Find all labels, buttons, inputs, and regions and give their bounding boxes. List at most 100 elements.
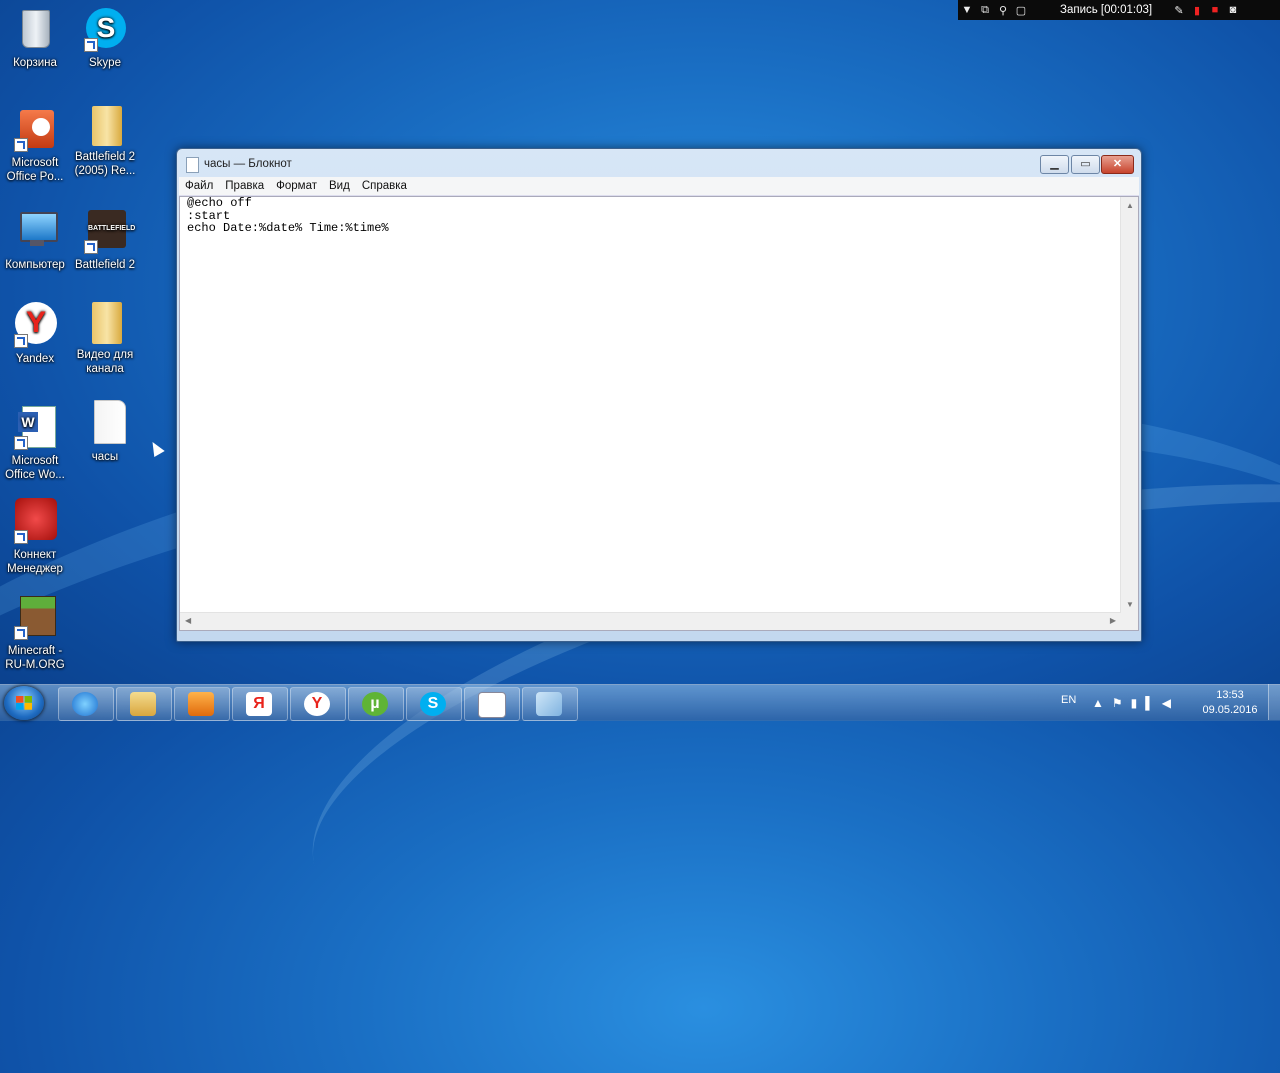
vertical-scrollbar[interactable]: ▲ ▼ — [1120, 197, 1138, 613]
battlefield-icon: BATTLEFIELD — [82, 208, 135, 254]
taskbar-yandex[interactable]: Y — [290, 687, 346, 721]
battery-icon[interactable]: ▮ — [1131, 696, 1146, 710]
menu-help[interactable]: Справка — [356, 177, 413, 195]
yandex-icon: Y — [12, 302, 58, 348]
screen-recorder-toolbar: ▼ ⧉ ⚲ ▢ Запись [00:01:03] ✎ ▮ ■ ◙ — [958, 0, 1280, 20]
show-hidden-icons-icon[interactable]: ▲ — [1092, 696, 1112, 710]
zoom-icon[interactable]: ⚲ — [994, 4, 1012, 17]
pen-icon[interactable]: ✎ — [1170, 4, 1188, 17]
menu-bar: Файл Правка Формат Вид Справка — [179, 177, 1139, 196]
desktop-icon-word[interactable]: W Microsoft Office Wo... — [0, 404, 70, 482]
desktop-icon-recycle-bin[interactable]: Корзина — [0, 6, 70, 70]
taskbar-skype[interactable]: S — [406, 687, 462, 721]
taskbar-internet-explorer[interactable] — [58, 687, 114, 721]
desktop-icon-label: Battlefield 2 — [74, 259, 136, 271]
mouse-cursor-icon — [147, 438, 165, 458]
desktop-icon-connect-manager[interactable]: Коннект Менеджер — [0, 498, 70, 576]
computer-icon — [12, 208, 58, 254]
paint-icon — [536, 692, 562, 716]
desktop-icon-label: Коннект Менеджер — [7, 549, 63, 575]
start-button[interactable] — [4, 686, 44, 720]
skype-icon: S — [420, 692, 446, 716]
scroll-down-icon[interactable]: ▼ — [1126, 600, 1134, 609]
folder-icon — [82, 100, 128, 146]
word-icon: W — [12, 404, 58, 450]
desktop-icon-yandex[interactable]: Y Yandex — [0, 302, 70, 366]
signal-icon[interactable]: ▌ — [1145, 696, 1162, 710]
internet-explorer-icon — [72, 692, 98, 716]
desktop-icon-video-folder[interactable]: Видео для канала — [70, 298, 140, 376]
desktop-icon-minecraft[interactable]: Minecraft - RU-M.ORG — [0, 594, 70, 672]
menu-edit[interactable]: Правка — [219, 177, 270, 195]
language-indicator[interactable]: EN — [1061, 694, 1076, 706]
size-grip[interactable] — [1121, 613, 1138, 630]
explorer-icon — [130, 692, 156, 716]
window-title: часы — Блокнот — [204, 158, 292, 170]
scroll-right-icon[interactable]: ▶ — [1110, 616, 1116, 625]
desktop-icon-label: Yandex — [15, 353, 55, 365]
media-player-icon — [188, 692, 214, 716]
taskbar-explorer[interactable] — [116, 687, 172, 721]
network-status-icon[interactable]: ⚑ — [1112, 696, 1131, 710]
desktop-icon-label: Microsoft Office Po... — [6, 157, 64, 183]
taskbar-yandex-browser[interactable]: Я — [232, 687, 288, 721]
desktop-icon-battlefield-folder[interactable]: Battlefield 2 (2005) Re... — [70, 100, 140, 178]
desktop-icon-computer[interactable]: Компьютер — [0, 208, 70, 272]
taskbar: Я Y µ S — [0, 684, 1280, 721]
yandex-icon: Y — [304, 692, 330, 716]
recording-timer: Запись [00:01:03] — [1060, 4, 1153, 16]
notepad-icon — [478, 692, 506, 718]
dropdown-icon[interactable]: ▼ — [958, 4, 976, 16]
desktop-icon-chasy[interactable]: часы — [70, 400, 140, 464]
desktop-icon-skype[interactable]: S Skype — [70, 6, 140, 70]
title-bar[interactable]: часы — Блокнот ▁ ▭ ✕ — [177, 149, 1141, 177]
region-icon[interactable]: ▢ — [1012, 4, 1030, 17]
scroll-up-icon[interactable]: ▲ — [1126, 201, 1134, 210]
camera-icon[interactable]: ◙ — [1224, 4, 1242, 16]
desktop-icon-label: Minecraft - RU-M.ORG — [5, 645, 65, 671]
taskbar-utorrent[interactable]: µ — [348, 687, 404, 721]
desktop-icon-label: Корзина — [13, 57, 57, 69]
system-tray: ▲⚑▮▌◀ — [1092, 696, 1179, 710]
minimize-button[interactable]: ▁ — [1040, 155, 1069, 174]
folder-icon — [82, 298, 128, 344]
yandex-browser-icon: Я — [246, 692, 272, 716]
stop-icon[interactable]: ■ — [1206, 4, 1224, 16]
utorrent-icon: µ — [362, 692, 388, 716]
scroll-left-icon[interactable]: ◀ — [185, 616, 191, 625]
close-button[interactable]: ✕ — [1101, 155, 1134, 174]
desktop-icon-label: Microsoft Office Wo... — [5, 455, 65, 481]
horizontal-scrollbar[interactable]: ◀ ▶ — [180, 612, 1121, 630]
editor-area: @echo off :start echo Date:%date% Time:%… — [179, 196, 1139, 631]
desktop-icon-battlefield[interactable]: BATTLEFIELD Battlefield 2 — [70, 208, 140, 272]
menu-format[interactable]: Формат — [270, 177, 323, 195]
desktop-icon-label: Компьютер — [5, 259, 65, 271]
notepad-window[interactable]: часы — Блокнот ▁ ▭ ✕ Файл Правка Формат … — [176, 148, 1142, 642]
connect-manager-icon — [12, 498, 58, 544]
system-clock[interactable]: 13:53 09.05.2016 — [1200, 688, 1260, 718]
minecraft-icon — [12, 594, 58, 640]
taskbar-media-player[interactable] — [174, 687, 230, 721]
maximize-button[interactable]: ▭ — [1071, 155, 1100, 174]
clock-time: 13:53 — [1216, 689, 1244, 701]
taskbar-notepad[interactable] — [464, 687, 520, 721]
text-editor[interactable]: @echo off :start echo Date:%date% Time:%… — [180, 197, 1121, 613]
menu-file[interactable]: Файл — [179, 177, 219, 195]
taskbar-paint[interactable] — [522, 687, 578, 721]
desktop-icon-label: Skype — [89, 57, 121, 69]
desktop-icon-label: Видео для канала — [76, 349, 134, 375]
show-desktop-button[interactable] — [1268, 684, 1280, 720]
desktop: { "recorder": { "label": "Запись [00:01:… — [0, 0, 1280, 1073]
desktop-icon-powerpoint[interactable]: Microsoft Office Po... — [0, 106, 70, 184]
window-icon[interactable]: ⧉ — [976, 4, 994, 17]
pause-icon[interactable]: ▮ — [1188, 4, 1206, 17]
skype-icon: S — [82, 6, 128, 52]
menu-view[interactable]: Вид — [323, 177, 356, 195]
volume-icon[interactable]: ◀ — [1162, 696, 1179, 710]
clock-date: 09.05.2016 — [1202, 704, 1258, 716]
powerpoint-icon — [12, 106, 58, 152]
notepad-icon — [186, 157, 199, 173]
desktop-icon-label: часы — [91, 451, 119, 463]
text-file-icon — [82, 400, 128, 446]
desktop-icon-label: Battlefield 2 (2005) Re... — [74, 151, 136, 177]
